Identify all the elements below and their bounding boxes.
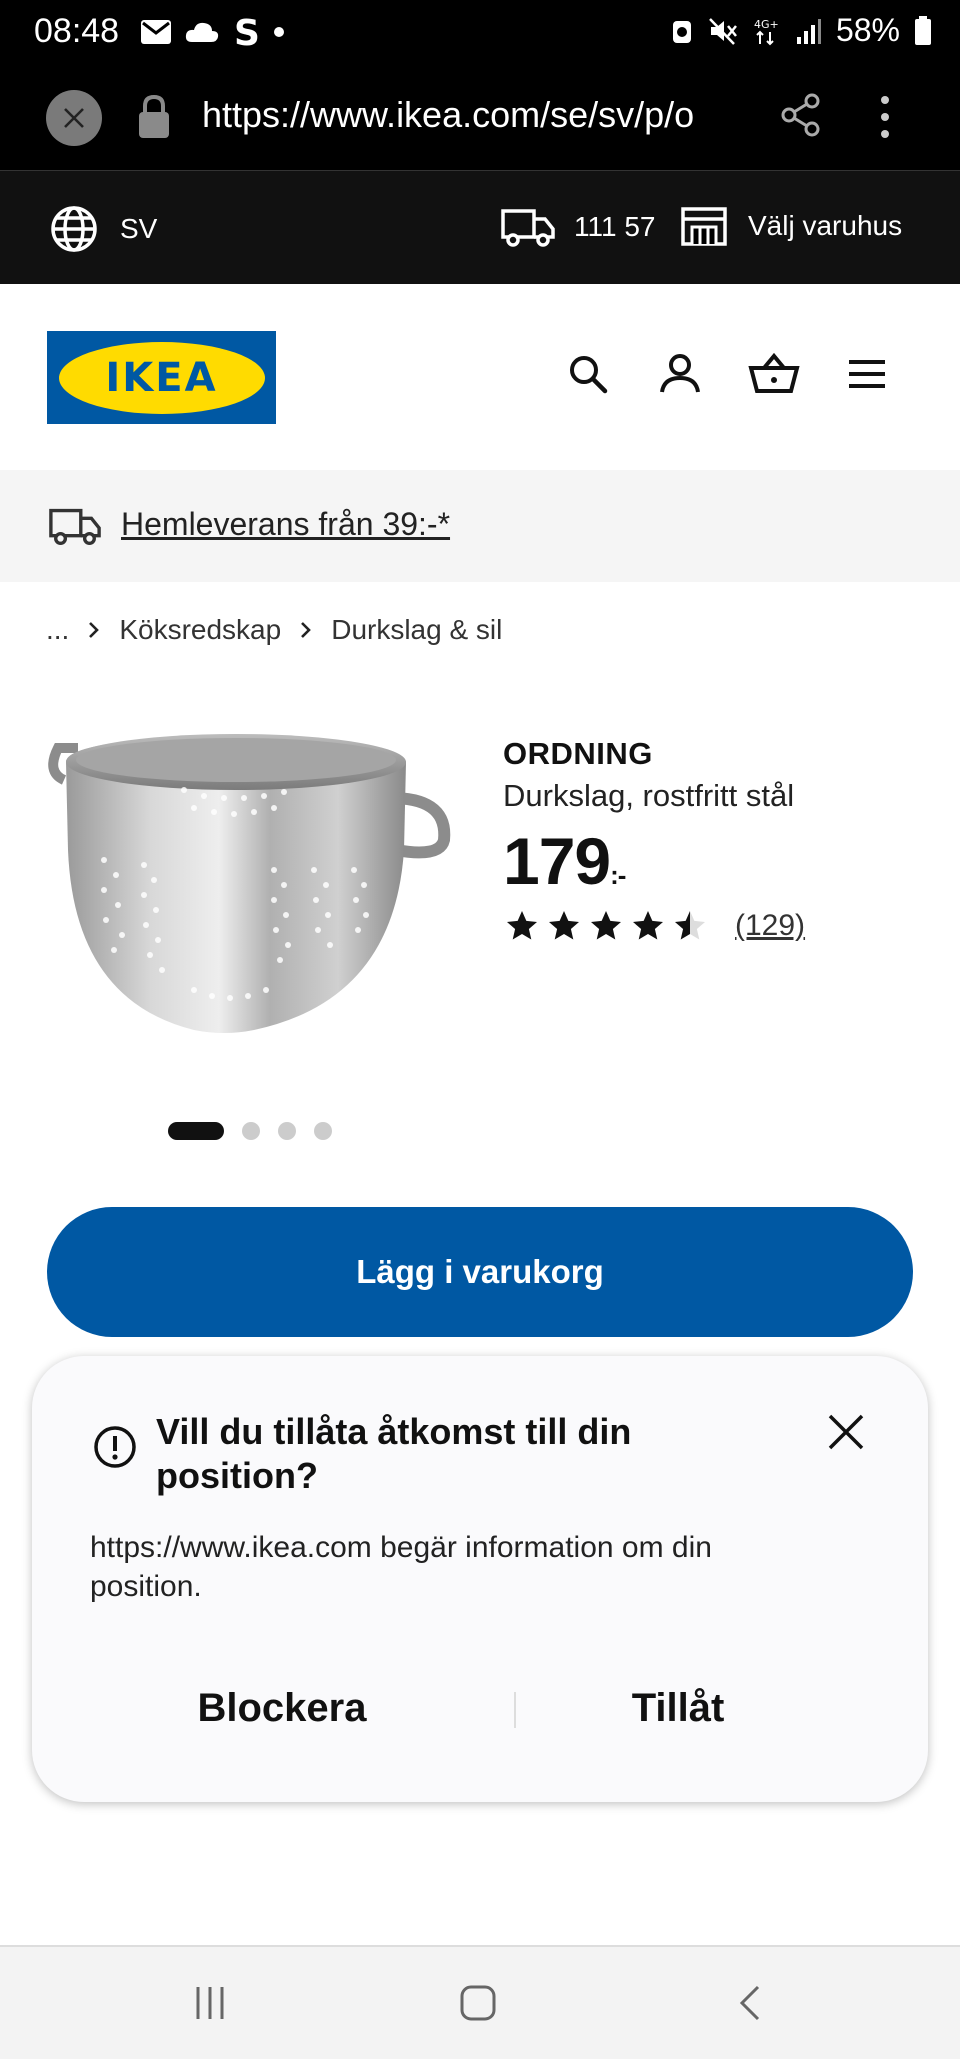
menu-icon[interactable] bbox=[846, 352, 888, 396]
close-icon[interactable] bbox=[826, 1412, 866, 1452]
profile-icon[interactable] bbox=[658, 352, 702, 396]
cart-icon[interactable] bbox=[748, 352, 800, 396]
home-icon[interactable] bbox=[458, 1983, 498, 2023]
globe-icon bbox=[51, 206, 97, 252]
ikea-top-strip: SV 111 57 Välj varuhus bbox=[0, 170, 960, 284]
alarm-icon bbox=[672, 20, 691, 43]
mail-icon bbox=[141, 20, 171, 44]
block-button[interactable]: Blockera bbox=[82, 1656, 482, 1760]
battery-percent: 58% bbox=[835, 12, 900, 48]
star-filled-icon bbox=[633, 911, 663, 940]
lock-icon[interactable] bbox=[136, 94, 172, 140]
add-to-cart-button[interactable]: Lägg i varukorg bbox=[47, 1207, 913, 1337]
breadcrumb-ellipsis[interactable]: ... bbox=[46, 614, 69, 646]
battery-icon bbox=[915, 15, 931, 45]
svg-text:4G+: 4G+ bbox=[754, 18, 779, 31]
product-info: ORDNING Durkslag, rostfritt stål 179:- (… bbox=[503, 736, 805, 944]
star-filled-icon bbox=[507, 911, 537, 940]
dialog-actions: Blockera Tillåt bbox=[32, 1656, 928, 1760]
url-text[interactable]: https://www.ikea.com/se/sv/p/o bbox=[202, 94, 748, 136]
star-filled-icon bbox=[591, 911, 621, 940]
carousel-dot[interactable] bbox=[278, 1122, 296, 1140]
delivery-banner: Hemleverans från 39:-* bbox=[0, 470, 960, 582]
language-label: SV bbox=[120, 213, 158, 244]
ikea-logo[interactable]: IKEA bbox=[47, 331, 276, 424]
postal-code-label: 111 57 bbox=[574, 211, 656, 242]
delivery-link[interactable]: Hemleverans från 39:-* bbox=[121, 506, 450, 543]
dialog-message: https://www.ikea.com begär information o… bbox=[90, 1531, 712, 1603]
status-notification-icons: S bbox=[140, 14, 286, 50]
close-icon bbox=[64, 108, 84, 128]
star-filled-icon bbox=[549, 911, 579, 940]
more-vertical-icon[interactable] bbox=[870, 92, 900, 142]
dot-icon bbox=[274, 27, 284, 37]
product-rating[interactable]: (129) bbox=[503, 908, 805, 944]
star-half-icon bbox=[675, 911, 705, 940]
truck-icon bbox=[501, 209, 555, 247]
breadcrumb-item-koksredskap[interactable]: Köksredskap bbox=[119, 614, 281, 646]
carousel-dot-active[interactable] bbox=[168, 1122, 224, 1140]
alert-circle-icon bbox=[94, 1426, 136, 1468]
carousel-dot[interactable] bbox=[314, 1122, 332, 1140]
network-4g-icon: 4G+ bbox=[754, 18, 779, 45]
breadcrumb-item-durkslag[interactable]: Durkslag & sil bbox=[331, 614, 502, 646]
product-name: ORDNING bbox=[503, 736, 653, 771]
product-description: Durkslag, rostfritt stål bbox=[503, 778, 795, 813]
language-selector[interactable]: SV bbox=[50, 205, 157, 253]
image-carousel-indicator bbox=[168, 1122, 332, 1140]
truck-icon bbox=[49, 508, 101, 546]
location-permission-dialog: Vill du tillåta åtkomst till din positio… bbox=[32, 1356, 928, 1802]
store-selector[interactable]: Välj varuhus bbox=[680, 205, 902, 247]
store-icon bbox=[681, 207, 727, 246]
back-icon[interactable] bbox=[730, 1983, 770, 2023]
price-value: 179 bbox=[503, 824, 611, 898]
dialog-title: Vill du tillåta åtkomst till din positio… bbox=[156, 1411, 632, 1496]
close-tab-button[interactable] bbox=[46, 90, 102, 146]
status-bar: 08:48 S 4G+ 58% bbox=[0, 0, 960, 68]
s-app-icon: S bbox=[234, 14, 260, 50]
search-icon[interactable] bbox=[566, 352, 610, 396]
cloud-icon bbox=[185, 22, 219, 42]
chevron-right-icon bbox=[301, 622, 312, 638]
chevron-right-icon bbox=[89, 622, 100, 638]
carousel-dot[interactable] bbox=[242, 1122, 260, 1140]
product-price: 179:- bbox=[503, 828, 805, 894]
android-navigation-bar bbox=[0, 1945, 960, 2059]
share-icon[interactable] bbox=[778, 92, 824, 138]
status-system-icons: 4G+ 58% bbox=[670, 12, 932, 49]
status-time: 08:48 bbox=[34, 12, 120, 50]
allow-button[interactable]: Tillåt bbox=[478, 1656, 878, 1760]
signal-icon bbox=[796, 18, 821, 44]
breadcrumb: ... Köksredskap Durkslag & sil bbox=[46, 614, 502, 646]
site-header: IKEA bbox=[0, 284, 960, 470]
ikea-logo-oval: IKEA bbox=[58, 341, 265, 414]
store-label: Välj varuhus bbox=[748, 210, 903, 241]
price-suffix: :- bbox=[610, 860, 626, 890]
product-image-colander[interactable] bbox=[44, 700, 464, 1080]
postal-code-selector[interactable]: 111 57 bbox=[500, 205, 655, 249]
svg-text:S: S bbox=[234, 14, 260, 50]
rating-count[interactable]: (129) bbox=[735, 909, 805, 943]
browser-url-bar: https://www.ikea.com/se/sv/p/o bbox=[0, 68, 960, 170]
mute-icon bbox=[709, 17, 737, 45]
recent-apps-icon[interactable] bbox=[190, 1983, 230, 2023]
logo-text: IKEA bbox=[105, 354, 218, 401]
